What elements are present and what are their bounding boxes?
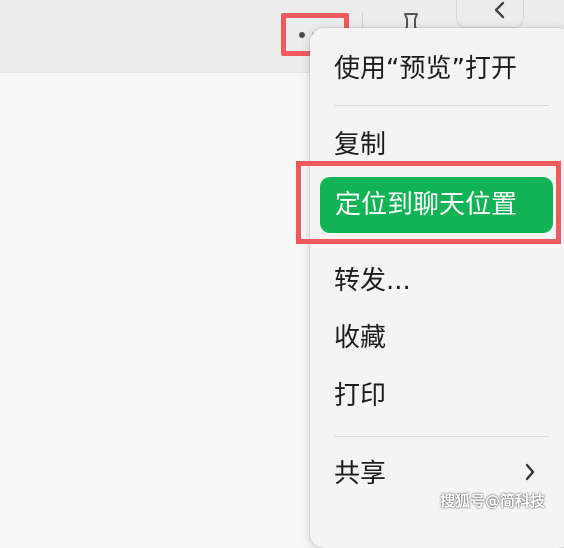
annotation-highlight-frame [296, 161, 561, 244]
menu-item-copy[interactable]: 复制 [334, 127, 386, 163]
watermark: 搜狐号@简科技 [440, 492, 546, 510]
context-menu: 使用“预览”打开 复制 转发... 收藏 打印 共享 [310, 28, 564, 548]
menu-item-print[interactable]: 打印 [334, 378, 386, 414]
back-button[interactable] [456, 0, 524, 28]
menu-separator [334, 105, 549, 106]
chevron-right-icon [525, 463, 535, 481]
menu-item-share[interactable]: 共享 [334, 456, 386, 492]
menu-item-favorite[interactable]: 收藏 [334, 320, 386, 356]
chevron-left-icon [494, 1, 505, 19]
menu-item-forward[interactable]: 转发... [334, 263, 411, 299]
menu-item-open-with-preview[interactable]: 使用“预览”打开 [334, 51, 517, 87]
menu-separator [334, 436, 549, 437]
